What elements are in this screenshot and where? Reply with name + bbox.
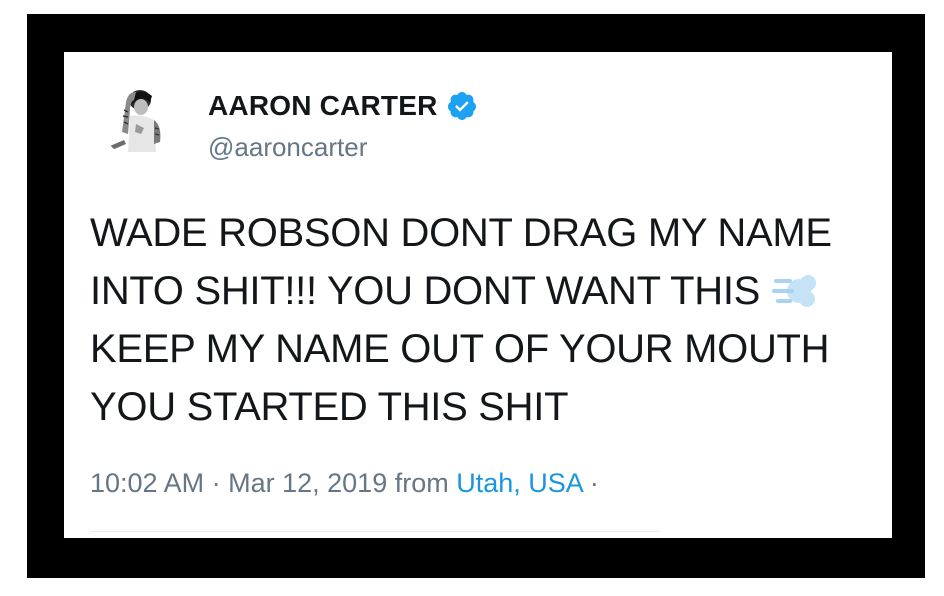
avatar[interactable] (100, 80, 178, 158)
tweet-text-line: KEEP MY NAME OUT OF YOUR MOUTH (90, 327, 830, 371)
tweet-text-line-with-emoji: INTO SHIT!!! YOU DONT WANT THIS (90, 262, 880, 320)
tweet-text-line: YOU STARTED THIS SHIT (90, 385, 569, 429)
display-name[interactable]: AARON CARTER (208, 90, 438, 122)
tweet-text-line: INTO SHIT!!! YOU DONT WANT THIS (90, 269, 761, 313)
tweet-text-line: WADE ROBSON DONT DRAG MY NAME (90, 211, 832, 255)
from-label: from (394, 468, 449, 498)
tweet-card: AARON CARTER @aaroncarter WADE ROBSON DO… (64, 52, 892, 538)
tweet-time[interactable]: 10:02 AM (90, 468, 204, 498)
tweet-date[interactable]: Mar 12, 2019 (228, 468, 387, 498)
meta-separator: · (211, 468, 221, 498)
divider (90, 531, 660, 532)
dashing-away-emoji-icon (772, 275, 817, 307)
verified-badge-icon (447, 92, 476, 120)
location-link[interactable]: Utah, USA (456, 468, 582, 498)
tweet-meta: 10:02 AM · Mar 12, 2019 from Utah, USA · (90, 466, 599, 500)
author-handle[interactable]: @aaroncarter (208, 132, 367, 162)
profile-photo-icon (100, 80, 178, 158)
author-name-row[interactable]: AARON CARTER (208, 90, 478, 122)
meta-separator-trailing: · (589, 468, 599, 498)
tweet-text: WADE ROBSON DONT DRAG MY NAME INTO SHIT!… (90, 204, 880, 436)
